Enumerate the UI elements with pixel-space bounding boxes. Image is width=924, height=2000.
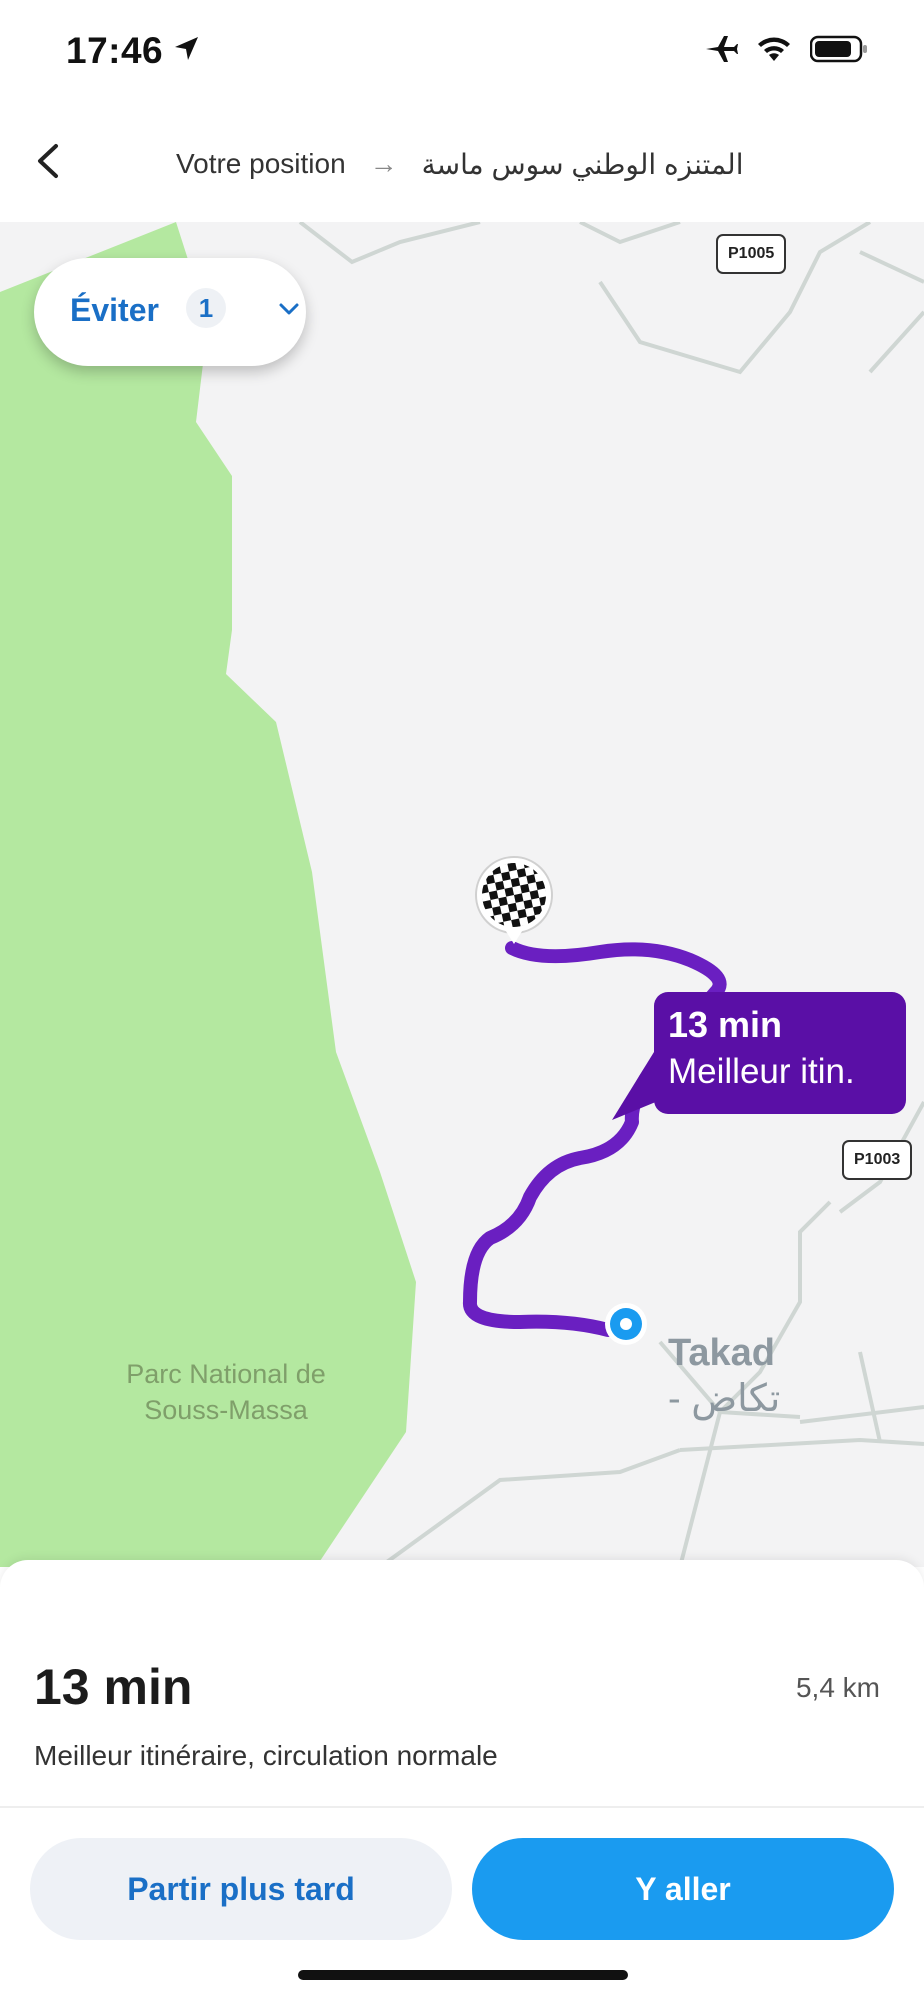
park-label-line2: Souss-Massa bbox=[144, 1395, 308, 1425]
route-title: Votre position → المتنزه الوطني سوس ماسة bbox=[176, 144, 743, 184]
status-time: 17:46 bbox=[66, 30, 164, 71]
current-location-dot bbox=[620, 1318, 632, 1330]
town-label: Takad تكاض - bbox=[668, 1330, 780, 1422]
park-label-line1: Parc National de bbox=[126, 1359, 326, 1389]
airplane-icon bbox=[706, 36, 738, 62]
avoid-label: Éviter bbox=[70, 292, 159, 328]
route-distance: 5,4 km bbox=[795, 1672, 880, 1703]
map-view[interactable]: P1005 P1003 Parc National de Souss-Massa… bbox=[0, 222, 924, 1567]
status-icons bbox=[704, 34, 868, 64]
wifi-icon bbox=[758, 37, 790, 61]
home-indicator[interactable] bbox=[298, 1970, 628, 1980]
origin-label: Votre position bbox=[176, 148, 346, 179]
chevron-down-icon bbox=[279, 303, 299, 315]
arrow-right-icon: → bbox=[369, 148, 398, 179]
road-badge-p1003: P1003 bbox=[842, 1140, 913, 1180]
route-summary: Meilleur itinéraire, circulation normale bbox=[34, 1740, 498, 1771]
road-badge-p1005: P1005 bbox=[716, 234, 787, 274]
route-duration: 13 min bbox=[34, 1659, 193, 1715]
route-bubble-label: Meilleur itin. bbox=[668, 1052, 855, 1091]
route-bubble-duration: 13 min bbox=[668, 1004, 783, 1045]
location-arrow-icon bbox=[175, 37, 198, 60]
status-bar: 17:46 bbox=[0, 0, 924, 100]
destination-label: المتنزه الوطني سوس ماسة bbox=[421, 148, 744, 180]
sheet-divider bbox=[0, 1806, 924, 1808]
town-label-arabic: تكاض - bbox=[668, 1378, 781, 1420]
park-label: Parc National de Souss-Massa bbox=[96, 1356, 356, 1428]
town-label-latin: Takad bbox=[668, 1332, 776, 1374]
leave-later-button[interactable]: Partir plus tard bbox=[30, 1838, 452, 1940]
battery-icon bbox=[810, 35, 867, 63]
avoid-button[interactable]: Éviter 1 bbox=[34, 258, 306, 366]
avoid-count-badge: 1 bbox=[186, 288, 226, 328]
go-button[interactable]: Y aller bbox=[472, 1838, 894, 1940]
destination-flag-icon bbox=[475, 856, 553, 944]
chevron-left-icon[interactable] bbox=[26, 138, 72, 184]
route-bubble[interactable]: 13 min Meilleur itin. bbox=[654, 992, 906, 1114]
